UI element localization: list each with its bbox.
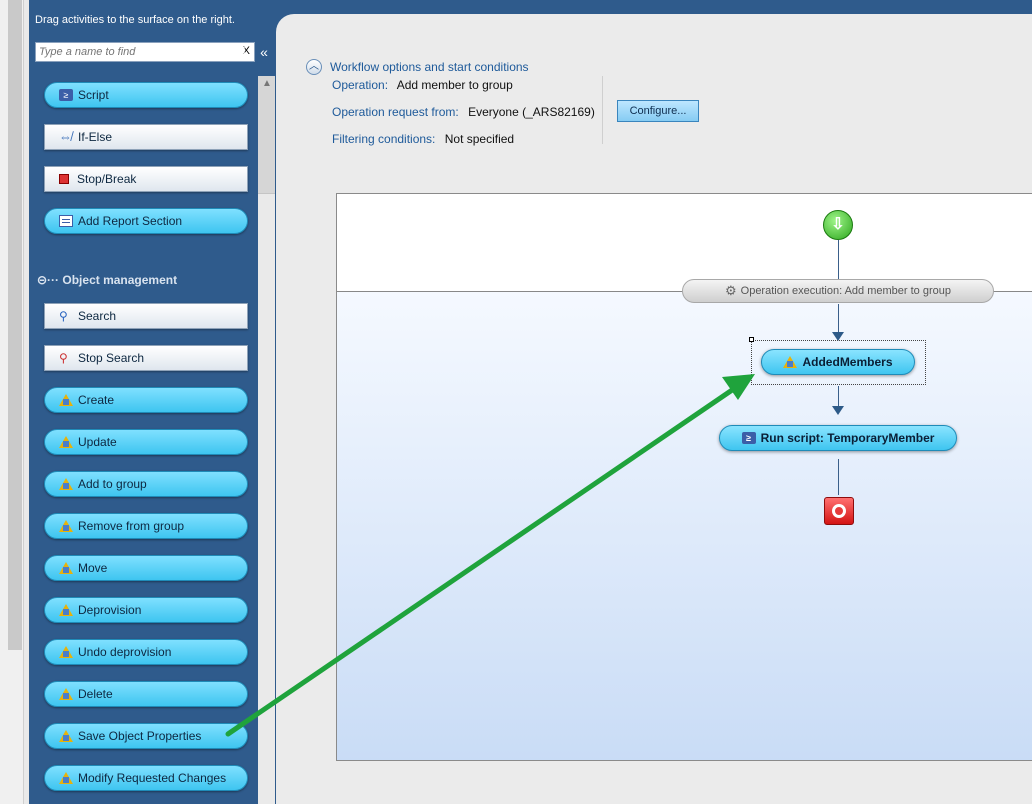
activity-undo-deprovision[interactable]: Undo deprovision — [44, 639, 248, 665]
activity-move[interactable]: Move — [44, 555, 248, 581]
options-divider — [602, 76, 603, 144]
activity-search-input[interactable] — [36, 43, 216, 61]
request-value: Everyone (_ARS82169) — [468, 105, 595, 119]
scroll-up-icon[interactable]: ▲ — [262, 78, 272, 89]
report-icon — [59, 215, 73, 227]
section-title: Object management — [62, 273, 178, 287]
object-activity-icon — [59, 436, 73, 448]
options-title: Workflow options and start conditions — [330, 60, 529, 74]
activity-if-else[interactable]: ⇎ If-Else — [44, 124, 248, 150]
node-label: Run script: TemporaryMember — [760, 431, 935, 445]
activity-label: Update — [78, 435, 117, 449]
activity-label: Remove from group — [78, 519, 185, 533]
refresh-icon[interactable]: ⇅ — [233, 42, 251, 62]
object-activity-icon — [59, 394, 73, 406]
activity-label: Search — [78, 309, 117, 323]
connector-line — [838, 304, 839, 334]
activity-label: Stop/Break — [77, 172, 137, 186]
activity-label: Undo deprovision — [78, 645, 172, 659]
object-activity-icon — [59, 478, 73, 490]
activity-label: Save Object Properties — [78, 729, 202, 743]
activity-label: Move — [78, 561, 108, 575]
stop-search-icon: ⚲ — [59, 351, 68, 365]
activity-deprovision[interactable]: Deprovision — [44, 597, 248, 623]
request-label: Operation request from: — [332, 105, 459, 119]
object-activity-icon — [59, 730, 73, 742]
activity-remove-from-group[interactable]: Remove from group — [44, 513, 248, 539]
search-icon: ⚲ — [59, 309, 68, 323]
activity-delete[interactable]: Delete — [44, 681, 248, 707]
activity-script[interactable]: ≥ Script — [44, 82, 248, 108]
activity-update[interactable]: Update — [44, 429, 248, 455]
activity-label: Delete — [78, 687, 113, 701]
object-activity-icon — [783, 356, 798, 368]
connector-line — [838, 240, 839, 280]
filter-row: Filtering conditions: Not specified — [332, 132, 514, 146]
object-activity-icon — [59, 520, 73, 532]
double-chevron-left-icon[interactable]: « — [255, 42, 273, 62]
configure-button[interactable]: Configure... — [617, 100, 699, 122]
selection-handle[interactable] — [749, 337, 754, 342]
left-scrollbar[interactable] — [8, 0, 22, 650]
activity-stop-search[interactable]: ⚲ Stop Search — [44, 345, 248, 371]
activity-label: Add Report Section — [78, 214, 183, 228]
connector-line — [838, 459, 839, 495]
activity-label: Add to group — [78, 477, 147, 491]
operation-row: Operation: Add member to group — [332, 78, 513, 92]
activity-save-object-properties[interactable]: Save Object Properties — [44, 723, 248, 749]
object-activity-icon — [59, 646, 73, 658]
node-label: AddedMembers — [802, 355, 893, 369]
operation-execution-area — [337, 291, 1032, 760]
toolbox-hint: Drag activities to the surface on the ri… — [35, 14, 235, 26]
script-icon: ≥ — [59, 89, 73, 101]
if-else-icon: ⇎ — [59, 129, 72, 144]
section-object-management[interactable]: ⊝··· Object management — [37, 273, 177, 287]
arrow-down-icon — [832, 406, 844, 415]
workflow-options-header[interactable]: ︿ Workflow options and start conditions — [306, 59, 529, 75]
activity-node-added-members[interactable]: AddedMembers — [761, 349, 915, 375]
gear-icon: ⚙ — [724, 283, 737, 298]
activity-stop-break[interactable]: Stop/Break — [44, 166, 248, 192]
filter-value: Not specified — [444, 132, 515, 146]
scrollbar-thumb[interactable] — [258, 76, 275, 194]
operation-label: Operation: — [332, 78, 389, 92]
activity-label: Script — [78, 88, 109, 102]
object-activity-icon — [59, 604, 73, 616]
activity-modify-requested-changes[interactable]: Modify Requested Changes — [44, 765, 248, 791]
activity-node-run-script[interactable]: ≥ Run script: TemporaryMember — [719, 425, 957, 451]
start-arrow-icon[interactable]: ⇩ — [823, 210, 853, 240]
left-scroll-strip — [0, 0, 24, 804]
execution-text: Operation execution: Add member to group — [740, 285, 951, 297]
object-activity-icon — [59, 562, 73, 574]
operation-execution-label: ⚙ Operation execution: Add member to gro… — [682, 279, 994, 303]
activity-toolbox: Drag activities to the surface on the ri… — [29, 0, 275, 804]
request-row: Operation request from: Everyone (_ARS82… — [332, 105, 595, 119]
filter-label: Filtering conditions: — [332, 132, 436, 146]
object-activity-icon — [59, 772, 73, 784]
object-activity-icon — [59, 688, 73, 700]
script-icon: ≥ — [741, 432, 756, 444]
activity-add-report-section[interactable]: Add Report Section — [44, 208, 248, 234]
activity-label: Modify Requested Changes — [78, 771, 227, 785]
collapse-section-icon[interactable]: ⊝··· — [37, 273, 59, 287]
chevron-up-icon[interactable]: ︿ — [306, 59, 322, 75]
operation-value: Add member to group — [396, 78, 513, 92]
activity-add-to-group[interactable]: Add to group — [44, 471, 248, 497]
activity-label: Stop Search — [78, 351, 145, 365]
connector-line — [838, 386, 839, 408]
activity-label: If-Else — [78, 130, 113, 144]
activity-search-field[interactable]: X — [35, 42, 255, 62]
activity-label: Create — [78, 393, 115, 407]
stop-icon — [59, 174, 69, 184]
activity-create[interactable]: Create — [44, 387, 248, 413]
activity-search[interactable]: ⚲ Search — [44, 303, 248, 329]
activity-label: Deprovision — [78, 603, 142, 617]
stop-ring — [832, 504, 846, 518]
workflow-canvas[interactable]: ⇩ ⚙ Operation execution: Add member to g… — [336, 193, 1032, 761]
toolbox-scrollbar[interactable]: ▲ — [258, 76, 275, 804]
workflow-designer: ︿ Workflow options and start conditions … — [275, 0, 1032, 804]
end-stop-icon[interactable] — [824, 497, 854, 525]
